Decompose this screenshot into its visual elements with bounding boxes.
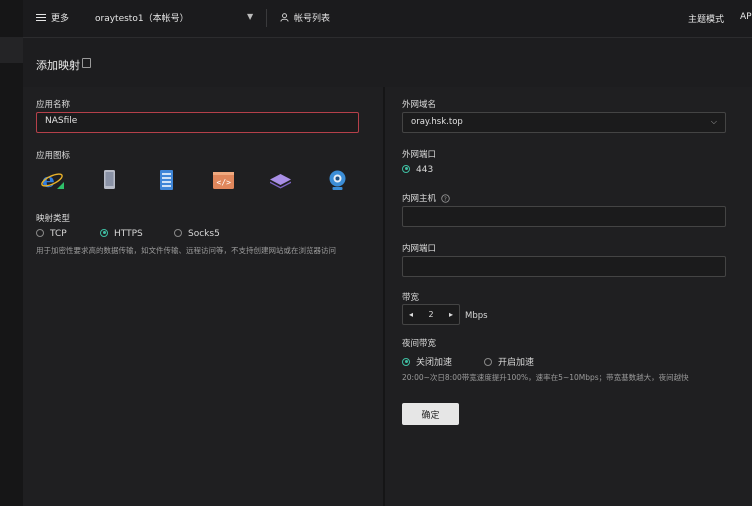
sidebar-selected-item[interactable] bbox=[0, 37, 23, 63]
phone-icon[interactable] bbox=[97, 168, 122, 193]
type-socks5-label: Socks5 bbox=[188, 229, 220, 239]
account-selector[interactable]: oraytesto1（本帐号） bbox=[95, 11, 189, 24]
mapping-type-label: 映射类型 bbox=[36, 214, 71, 224]
domain-label: 外网域名 bbox=[402, 100, 437, 110]
page-title: 添加映射 bbox=[36, 59, 80, 72]
radio-checked-icon bbox=[402, 164, 410, 173]
radio-checked-icon bbox=[100, 228, 108, 237]
theme-mode-button[interactable]: 主题模式 bbox=[688, 12, 724, 25]
confirm-button[interactable]: 确定 bbox=[402, 403, 459, 425]
type-https-label: HTTPS bbox=[114, 229, 143, 239]
account-list-button[interactable]: 帐号列表 bbox=[280, 11, 330, 24]
menu-button[interactable]: 更多 bbox=[36, 11, 69, 24]
app-name-label: 应用名称 bbox=[36, 100, 71, 110]
top-bar: 更多 oraytesto1（本帐号） ▼ 帐号列表 主题模式 AP bbox=[23, 0, 752, 38]
left-sidebar bbox=[0, 0, 23, 506]
app-icon-picker: e </> bbox=[40, 168, 350, 193]
night-on-label: 开启加速 bbox=[498, 358, 535, 368]
domain-select[interactable]: oray.hsk.top ⌵ bbox=[402, 112, 726, 133]
night-off-label: 关闭加速 bbox=[416, 358, 453, 368]
menu-label: 更多 bbox=[51, 14, 70, 24]
ext-port-value: 443 bbox=[416, 165, 434, 175]
int-port-label: 内网端口 bbox=[402, 244, 437, 254]
radio-icon bbox=[484, 357, 492, 366]
int-host-label-row: 内网主机 ? bbox=[402, 192, 450, 204]
app-icon-label: 应用图标 bbox=[36, 151, 71, 161]
type-hint: 用于加密性要求高的数据传输，如文件传输、远程访问等，不支持创建网站或在浏览器访问 bbox=[36, 246, 336, 255]
bandwidth-value: 2 bbox=[428, 310, 434, 319]
page-header: 添加映射 bbox=[23, 38, 752, 89]
domain-value: oray.hsk.top bbox=[411, 117, 463, 127]
radio-checked-icon bbox=[402, 357, 410, 366]
increment-icon[interactable]: ▸ bbox=[449, 310, 453, 319]
divider bbox=[266, 9, 267, 27]
stack-icon[interactable] bbox=[268, 168, 293, 193]
decrement-icon[interactable]: ◂ bbox=[409, 310, 413, 319]
account-list-label: 帐号列表 bbox=[294, 14, 331, 24]
svg-text:</>: </> bbox=[217, 178, 232, 187]
ext-port-label: 外网端口 bbox=[402, 150, 437, 160]
radio-icon bbox=[36, 228, 44, 237]
ie-icon[interactable]: e bbox=[40, 168, 65, 193]
int-host-label: 内网主机 bbox=[402, 194, 437, 204]
ext-port-option[interactable]: 443 bbox=[402, 164, 434, 175]
caret-down-icon[interactable]: ▼ bbox=[247, 12, 253, 21]
chevron-down-icon: ⌵ bbox=[710, 117, 717, 126]
api-link[interactable]: AP bbox=[740, 12, 752, 22]
webcam-icon[interactable] bbox=[325, 168, 350, 193]
radio-icon bbox=[174, 228, 182, 237]
int-port-input[interactable] bbox=[402, 256, 726, 277]
bandwidth-label: 带宽 bbox=[402, 293, 420, 303]
code-icon[interactable]: </> bbox=[211, 168, 236, 193]
type-tcp-label: TCP bbox=[50, 229, 67, 239]
night-bandwidth-label: 夜间带宽 bbox=[402, 339, 437, 349]
night-hint: 20:00~次日8:00带宽速度提升100%，速率在5~10Mbps；带宽基数越… bbox=[402, 373, 689, 382]
hamburger-icon bbox=[36, 13, 46, 22]
type-option-https[interactable]: HTTPS bbox=[100, 228, 143, 239]
doc-icon[interactable] bbox=[82, 58, 91, 68]
left-form-panel: 应用名称 NASfile 应用图标 e </> 映射类型 TCP HTTPS S… bbox=[23, 87, 383, 506]
user-icon bbox=[280, 13, 289, 22]
int-host-input[interactable] bbox=[402, 206, 726, 227]
night-option-off[interactable]: 关闭加速 bbox=[402, 355, 452, 368]
svg-text:?: ? bbox=[444, 196, 447, 202]
night-option-on[interactable]: 开启加速 bbox=[484, 355, 534, 368]
bandwidth-stepper[interactable]: ◂ 2 ▸ bbox=[402, 304, 460, 325]
server-icon[interactable] bbox=[154, 168, 179, 193]
help-icon[interactable]: ? bbox=[441, 193, 450, 203]
type-option-socks5[interactable]: Socks5 bbox=[174, 228, 220, 239]
right-form-panel: 外网域名 oray.hsk.top ⌵ 外网端口 443 内网主机 ? 内网端口… bbox=[385, 87, 752, 506]
type-option-tcp[interactable]: TCP bbox=[36, 228, 67, 239]
app-name-input[interactable]: NASfile bbox=[36, 112, 359, 133]
bandwidth-unit: Mbps bbox=[465, 311, 488, 321]
